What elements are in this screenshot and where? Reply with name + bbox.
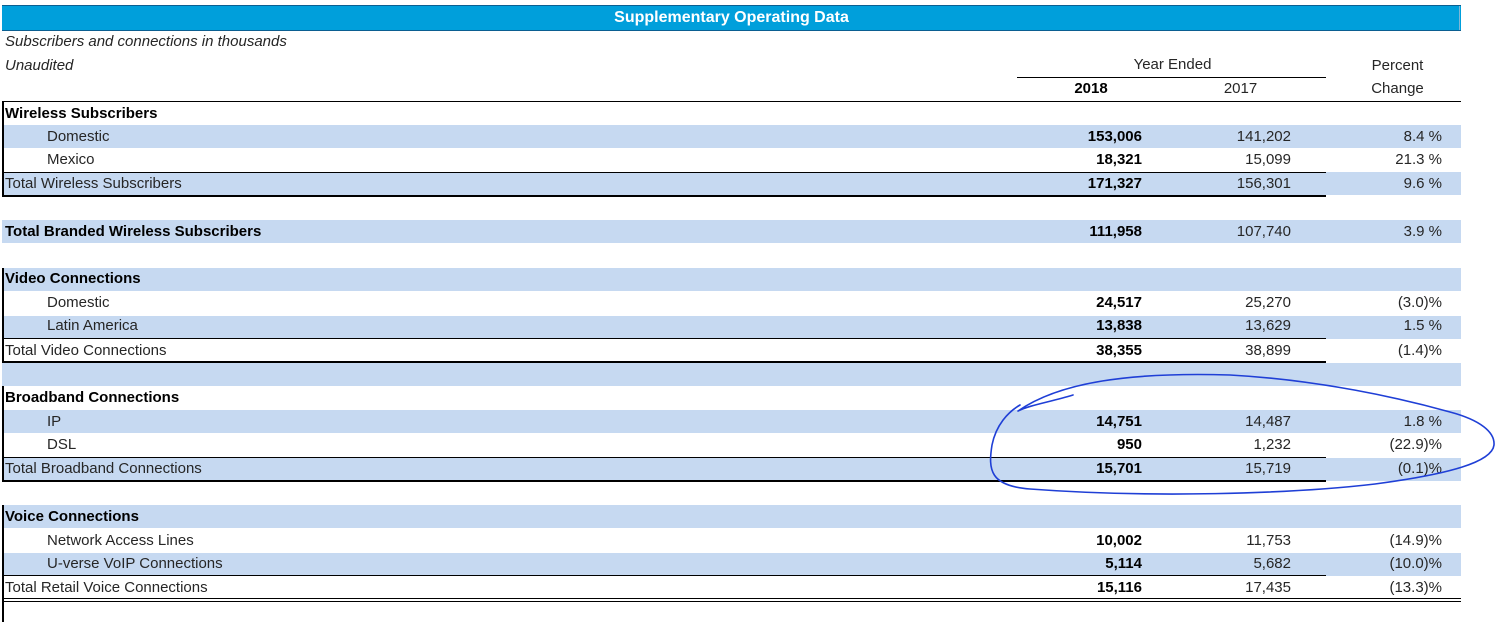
row-band <box>2 268 1461 291</box>
cell-2017: 14,487 <box>1245 413 1291 430</box>
section-heading: Broadband Connections <box>5 389 180 406</box>
cell-2017: 38,899 <box>1245 342 1291 359</box>
cell-pct: (14.9)% <box>1389 532 1442 549</box>
row-label: Network Access Lines <box>47 532 194 549</box>
cell-pct: 1.8 % <box>1403 413 1442 430</box>
total-rule <box>2 195 1326 197</box>
row-label: U-verse VoIP Connections <box>47 555 223 572</box>
footer-rule <box>2 601 1461 602</box>
cell-2017: 107,740 <box>1236 223 1291 240</box>
left-rule <box>2 268 4 363</box>
cell-pct: 8.4 % <box>1403 128 1442 145</box>
audit-note: Unaudited <box>5 57 74 74</box>
percent-heading: Percent <box>1371 57 1424 74</box>
cell-2017: 15,099 <box>1245 151 1291 168</box>
row-band <box>2 505 1461 528</box>
footer-rule <box>2 598 1461 599</box>
cell-pct: (3.0)% <box>1397 294 1442 311</box>
row-label: Mexico <box>47 151 95 168</box>
cell-pct: (10.0)% <box>1389 555 1442 572</box>
cell-2018: 153,006 <box>1087 128 1142 145</box>
cell-pct: (1.4)% <box>1397 342 1442 359</box>
cell-2018: 14,751 <box>1096 413 1142 430</box>
col-2017-heading: 2017 <box>1223 80 1258 97</box>
left-rule <box>2 101 4 197</box>
cell-2018: 24,517 <box>1096 294 1142 311</box>
cell-2018: 10,002 <box>1096 532 1142 549</box>
left-rule <box>2 386 4 482</box>
cell-2017: 5,682 <box>1253 555 1291 572</box>
cell-2018: 950 <box>1116 436 1142 453</box>
section-heading: Video Connections <box>5 270 141 287</box>
cell-2018: 15,701 <box>1096 460 1142 477</box>
row-band <box>2 363 1461 386</box>
cell-2017: 17,435 <box>1245 579 1291 596</box>
report-header: Supplementary Operating Data <box>2 5 1461 31</box>
year-ended-underline <box>1017 77 1326 78</box>
cell-2017: 156,301 <box>1236 175 1291 192</box>
row-label: Domestic <box>47 128 110 145</box>
row-label: IP <box>47 413 62 430</box>
cell-pct: (13.3)% <box>1389 579 1442 596</box>
cell-2018: 18,321 <box>1096 151 1142 168</box>
year-ended-heading: Year Ended <box>1133 56 1212 73</box>
units-note: Subscribers and connections in thousands <box>5 33 287 50</box>
cell-2018: 5,114 <box>1105 555 1142 572</box>
left-rule <box>2 600 4 622</box>
cell-2018: 111,958 <box>1089 223 1142 240</box>
col-2018-heading: 2018 <box>1074 80 1108 97</box>
section-heading: Voice Connections <box>5 508 139 525</box>
cell-2017: 141,202 <box>1236 128 1291 145</box>
cell-2017: 15,719 <box>1245 460 1291 477</box>
row-label: Total Broadband Connections <box>5 460 202 477</box>
header-rule <box>2 101 1461 102</box>
header-divider <box>1459 6 1460 30</box>
cell-2017: 13,629 <box>1245 317 1291 334</box>
total-rule <box>2 480 1326 482</box>
cell-2018: 38,355 <box>1096 342 1142 359</box>
row-label: Latin America <box>47 317 138 334</box>
cell-pct: 9.6 % <box>1403 175 1442 192</box>
row-label: Total Video Connections <box>5 342 167 359</box>
cell-pct: 3.9 % <box>1403 223 1442 240</box>
left-rule <box>2 505 4 600</box>
cell-2017: 25,270 <box>1245 294 1291 311</box>
row-label: Total Branded Wireless Subscribers <box>5 223 262 240</box>
cell-2017: 11,753 <box>1246 532 1291 549</box>
row-label: Total Retail Voice Connections <box>5 579 208 596</box>
total-rule <box>2 361 1326 363</box>
change-heading: Change <box>1371 80 1424 97</box>
cell-pct: 1.5 % <box>1403 317 1442 334</box>
cell-2017: 1,232 <box>1253 436 1291 453</box>
cell-pct: 21.3 % <box>1395 151 1442 168</box>
cell-2018: 171,327 <box>1087 175 1142 192</box>
cell-pct: (0.1)% <box>1397 460 1442 477</box>
row-label: DSL <box>47 436 77 453</box>
row-label: Total Wireless Subscribers <box>5 175 182 192</box>
report-title: Supplementary Operating Data <box>614 9 849 26</box>
cell-2018: 15,116 <box>1096 579 1142 596</box>
cell-2018: 13,838 <box>1096 317 1142 334</box>
cell-pct: (22.9)% <box>1389 436 1442 453</box>
section-heading: Wireless Subscribers <box>5 105 158 122</box>
row-label: Domestic <box>47 294 110 311</box>
